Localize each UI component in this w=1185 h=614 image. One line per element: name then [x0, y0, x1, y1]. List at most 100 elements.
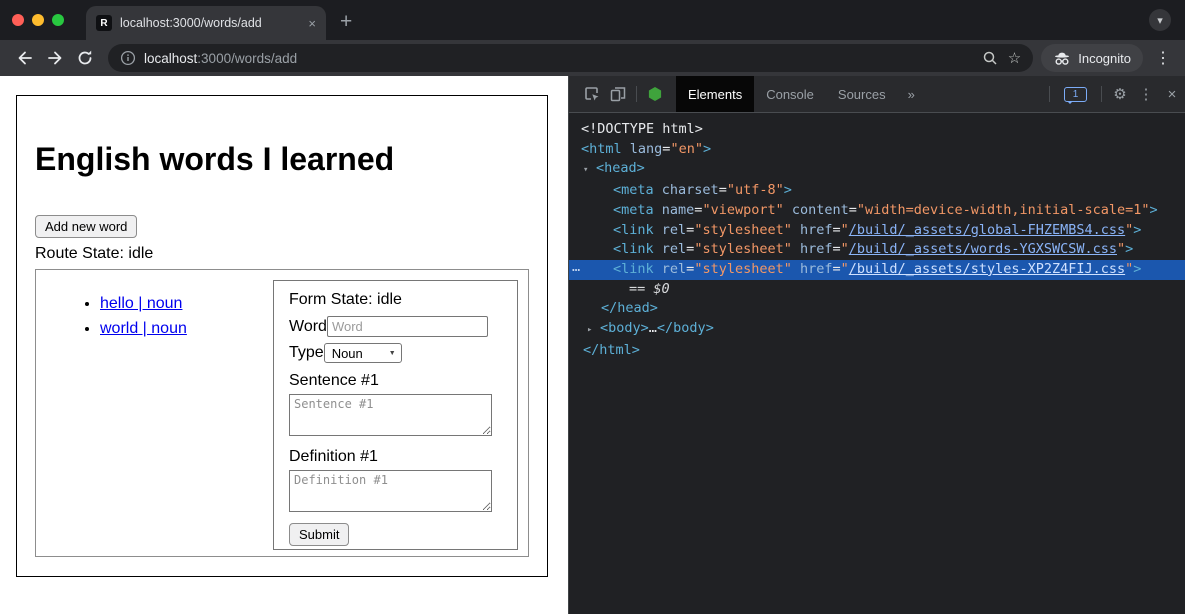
add-word-form: Form State: idle Word Type Noun ▼ [273, 280, 518, 550]
dom-tree-node[interactable]: <html lang="en"> [569, 140, 1185, 160]
dom-tree-node[interactable]: <meta charset="utf-8"> [569, 181, 1185, 201]
code-segment-plain [654, 202, 662, 218]
devtools-tab-console[interactable]: Console [754, 76, 826, 112]
code-segment-plain: = [849, 202, 857, 218]
back-button[interactable] [10, 44, 40, 72]
browser-tab[interactable]: R localhost:3000/words/add × [86, 6, 326, 40]
code-segment-plain [654, 241, 662, 257]
dom-tree-node[interactable]: == $0 [569, 280, 1185, 300]
sentence-textarea[interactable] [289, 394, 492, 436]
code-segment-attr: content [792, 202, 849, 218]
devtools-tab-elements[interactable]: Elements [676, 76, 754, 112]
forward-button[interactable] [40, 44, 70, 72]
code-segment-value: "viewport" [702, 202, 783, 218]
code-segment-tag: <meta [613, 202, 654, 218]
word-label: Word [289, 318, 327, 336]
url-host: localhost [144, 51, 197, 66]
more-tabs-button[interactable]: » [898, 87, 925, 102]
extension-hexagon-icon[interactable] [642, 81, 668, 107]
code-segment-tag: <link [613, 241, 654, 257]
address-bar[interactable]: localhost:3000/words/add ☆ [108, 44, 1033, 72]
code-segment-tag: > [1125, 241, 1133, 257]
type-select[interactable]: Noun ▼ [324, 343, 402, 363]
tab-title: localhost:3000/words/add [120, 16, 302, 30]
code-segment-value: " [1117, 241, 1125, 257]
word-link[interactable]: hello | noun [100, 295, 182, 312]
code-segment-attr: lang [630, 141, 663, 157]
code-segment-tag: <body> [600, 320, 649, 336]
toolbar-separator [1049, 86, 1050, 102]
code-segment-plain [654, 222, 662, 238]
code-segment-tag: </head> [601, 300, 658, 316]
node-options-dots-icon[interactable]: … [572, 258, 580, 278]
zoom-indicator-icon[interactable] [982, 50, 998, 66]
reload-button[interactable] [70, 44, 100, 72]
code-segment-plain [622, 141, 630, 157]
dom-tree-node[interactable]: ▾<head> [569, 159, 1185, 181]
code-segment-plain: <!DOCTYPE html> [581, 121, 703, 137]
web-page: English words I learned Add new word Rou… [0, 76, 568, 614]
expand-arrow-icon[interactable]: ▸ [587, 321, 600, 341]
devtools-panel: ElementsConsoleSources » 1 ⚙ ⋮ × <!DOCTY… [568, 76, 1185, 614]
devtools-close-icon[interactable]: × [1159, 81, 1185, 107]
submit-button[interactable]: Submit [289, 523, 349, 546]
inspect-element-icon[interactable] [579, 81, 605, 107]
minimize-window-button[interactable] [32, 14, 44, 26]
dom-tree-node[interactable]: </head> [569, 299, 1185, 319]
browser-window: R localhost:3000/words/add × + ▾ localho… [0, 0, 1185, 614]
issues-count: 1 [1073, 89, 1079, 100]
page-title: English words I learned [35, 140, 529, 178]
dom-tree-node[interactable]: …<link rel="stylesheet" href="/build/_as… [569, 260, 1185, 280]
devtools-tabs: ElementsConsoleSources [676, 76, 898, 112]
collapse-arrow-icon[interactable]: ▾ [583, 161, 596, 181]
incognito-label: Incognito [1078, 51, 1131, 66]
dom-tree-node[interactable]: </html> [569, 341, 1185, 361]
dom-tree-node[interactable]: <link rel="stylesheet" href="/build/_ass… [569, 221, 1185, 241]
word-input[interactable] [327, 316, 488, 337]
code-segment-dollar: $0 [653, 281, 669, 297]
code-segment-tag: <link [613, 261, 654, 277]
code-segment-attr: charset [662, 182, 719, 198]
code-segment-value: "width=device-width,initial-scale=1" [857, 202, 1150, 218]
close-window-button[interactable] [12, 14, 24, 26]
issues-counter-button[interactable]: 1 [1055, 87, 1096, 102]
browser-menu-button[interactable]: ⋮ [1155, 48, 1171, 68]
code-segment-plain [784, 202, 792, 218]
toolbar-separator [636, 86, 637, 102]
new-tab-button[interactable]: + [340, 11, 352, 32]
form-state-text: Form State: idle [289, 291, 502, 309]
dom-tree-node[interactable]: ▸<body>…</body> [569, 319, 1185, 341]
bookmark-star-icon[interactable]: ☆ [1008, 49, 1021, 67]
settings-gear-icon[interactable]: ⚙ [1107, 81, 1133, 107]
add-new-word-button[interactable]: Add new word [35, 215, 137, 238]
reload-icon [76, 49, 94, 67]
code-segment-plain: … [649, 320, 657, 336]
remix-favicon-icon: R [96, 15, 112, 31]
dom-tree-node[interactable]: <meta name="viewport" content="width=dev… [569, 201, 1185, 221]
word-link[interactable]: world | noun [100, 320, 187, 337]
code-segment-tag: <meta [613, 182, 654, 198]
search-tabs-button[interactable]: ▾ [1149, 9, 1171, 31]
devtools-menu-icon[interactable]: ⋮ [1133, 81, 1159, 107]
code-segment-attr: rel [662, 222, 686, 238]
incognito-badge: Incognito [1041, 44, 1143, 72]
code-segment-tag: > [703, 141, 711, 157]
code-segment-tag: </body> [657, 320, 714, 336]
code-segment-tag: <head> [596, 160, 645, 176]
code-segment-plain: = [719, 182, 727, 198]
device-toolbar-icon[interactable] [605, 81, 631, 107]
code-segment-link: /build/_assets/words-YGXSWCSW.css [849, 241, 1117, 257]
browser-toolbar: localhost:3000/words/add ☆ Incognito ⋮ [0, 40, 1185, 76]
tab-close-icon[interactable]: × [308, 16, 316, 31]
code-segment-tag: > [1150, 202, 1158, 218]
dom-tree: <!DOCTYPE html><html lang="en">▾<head><m… [569, 113, 1185, 614]
definition-textarea[interactable] [289, 470, 492, 512]
devtools-tab-sources[interactable]: Sources [826, 76, 898, 112]
dom-tree-node[interactable]: <link rel="stylesheet" href="/build/_ass… [569, 240, 1185, 260]
code-segment-plain: = [833, 241, 841, 257]
code-segment-value: "utf-8" [727, 182, 784, 198]
dom-tree-node[interactable]: <!DOCTYPE html> [569, 120, 1185, 140]
site-info-icon[interactable] [120, 50, 136, 66]
maximize-window-button[interactable] [52, 14, 64, 26]
select-dropdown-arrow-icon: ▼ [389, 350, 396, 357]
